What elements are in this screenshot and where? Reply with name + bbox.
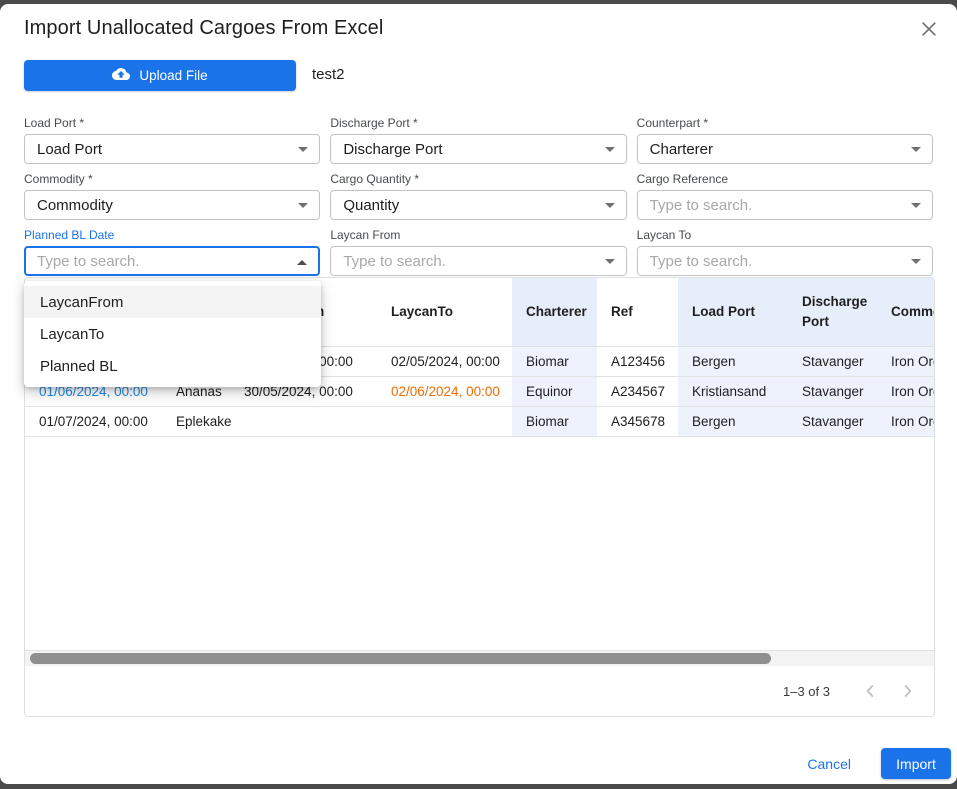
field-load-port: Load Port * Load Port (24, 116, 320, 164)
chevron-down-icon (911, 147, 921, 152)
chevron-down-icon (298, 203, 308, 208)
table-cell: 02/05/2024, 00:00 (377, 346, 512, 376)
field-label: Load Port * (24, 116, 320, 130)
table-cell: Stavanger (788, 406, 877, 436)
column-header-laycanto: LaycanTo (377, 278, 512, 346)
chevron-down-icon (605, 203, 615, 208)
select-placeholder: Type to search. (343, 253, 446, 270)
import-button[interactable]: Import (881, 748, 951, 779)
table-cell: Biomar (512, 406, 597, 436)
column-header-load-port: Load Port (678, 278, 788, 346)
cancel-button[interactable]: Cancel (799, 750, 859, 778)
uploaded-file-name: test2 (312, 66, 345, 83)
field-commodity: Commodity * Commodity (24, 172, 320, 220)
column-header-charterer: Charterer (512, 278, 597, 346)
field-cargo-quantity: Cargo Quantity * Quantity (330, 172, 626, 220)
table-cell (377, 406, 512, 436)
chevron-left-icon (859, 680, 881, 702)
table-cell: A123456 (597, 346, 678, 376)
table-row[interactable]: 01/07/2024, 00:00Eplekake BiomarA345678Be… (25, 406, 934, 436)
field-counterpart: Counterpart * Charterer (637, 116, 933, 164)
chevron-down-icon (911, 259, 921, 264)
upload-file-button[interactable]: Upload File (24, 60, 296, 91)
table-cell: 02/06/2024, 00:00 (377, 376, 512, 406)
field-label: Planned BL Date (24, 228, 320, 242)
field-label: Cargo Quantity * (330, 172, 626, 186)
table-cell: A345678 (597, 406, 678, 436)
table-cell: Bergen (678, 346, 788, 376)
chevron-down-icon (911, 203, 921, 208)
table-cell: Eplekake (162, 406, 230, 436)
select-placeholder: Type to search. (650, 253, 753, 270)
select-placeholder: Type to search. (37, 253, 140, 270)
select-laycan-to[interactable]: Type to search. (637, 246, 933, 276)
select-laycan-from[interactable]: Type to search. (330, 246, 626, 276)
select-value: Load Port (37, 141, 102, 158)
next-page-button[interactable] (896, 679, 920, 703)
table-cell: Iron Ore (877, 406, 934, 436)
field-label: Cargo Reference (637, 172, 933, 186)
select-value: Commodity (37, 197, 113, 214)
table-cell: Bergen (678, 406, 788, 436)
select-value: Discharge Port (343, 141, 442, 158)
table-cell: Iron Ore (877, 346, 934, 376)
chevron-right-icon (897, 680, 919, 702)
field-label: Discharge Port * (330, 116, 626, 130)
field-label: Laycan To (637, 228, 933, 242)
field-label: Laycan From (330, 228, 626, 242)
column-header-commodity: Commodity (877, 278, 934, 346)
select-value: Charterer (650, 141, 713, 158)
previous-page-button[interactable] (858, 679, 882, 703)
select-cargo-reference[interactable]: Type to search. (637, 190, 933, 220)
field-discharge-port: Discharge Port * Discharge Port (330, 116, 626, 164)
dialog-title: Import Unallocated Cargoes From Excel (24, 17, 383, 40)
select-load-port[interactable]: Load Port (24, 134, 320, 164)
select-value: Quantity (343, 197, 399, 214)
pagination-bar: 1–3 of 3 (25, 666, 934, 716)
form-grid: Load Port *Load PortDischarge Port *Disc… (24, 116, 933, 276)
table-cell: 01/07/2024, 00:00 (25, 406, 162, 436)
field-cargo-reference: Cargo Reference Type to search. (637, 172, 933, 220)
table-cell: A234567 (597, 376, 678, 406)
column-header-ref: Ref (597, 278, 678, 346)
select-placeholder: Type to search. (650, 197, 753, 214)
cloud-upload-icon (112, 68, 130, 83)
import-cargoes-dialog: Import Unallocated Cargoes From Excel Up… (0, 4, 957, 784)
dialog-actions: Cancel Import (799, 748, 951, 779)
menu-option-laycanto[interactable]: LaycanTo (24, 318, 321, 350)
column-header-discharge-port: Discharge Port (788, 278, 877, 346)
table-cell (230, 406, 377, 436)
horizontal-scrollbar-track[interactable] (25, 650, 934, 666)
upload-file-label: Upload File (139, 68, 207, 83)
field-planned-bl-date: Planned BL Date Type to search. (24, 228, 320, 276)
table-cell: Iron Ore (877, 376, 934, 406)
table-cell: Equinor (512, 376, 597, 406)
table-cell: Biomar (512, 346, 597, 376)
chevron-up-icon (297, 260, 307, 265)
chevron-down-icon (605, 259, 615, 264)
table-cell: Stavanger (788, 346, 877, 376)
chevron-down-icon (605, 147, 615, 152)
select-counterpart[interactable]: Charterer (637, 134, 933, 164)
select-planned-bl-date[interactable]: Type to search. (24, 246, 320, 276)
close-icon[interactable] (915, 15, 943, 43)
table-cell: Kristiansand (678, 376, 788, 406)
horizontal-scrollbar-thumb[interactable] (30, 653, 771, 664)
select-discharge-port[interactable]: Discharge Port (330, 134, 626, 164)
pagination-range-label: 1–3 of 3 (783, 684, 830, 699)
select-cargo-quantity[interactable]: Quantity (330, 190, 626, 220)
field-laycan-to: Laycan To Type to search. (637, 228, 933, 276)
menu-option-planned-bl[interactable]: Planned BL (24, 350, 321, 382)
field-label: Counterpart * (637, 116, 933, 130)
table-cell: Stavanger (788, 376, 877, 406)
chevron-down-icon (298, 147, 308, 152)
field-label: Commodity * (24, 172, 320, 186)
select-commodity[interactable]: Commodity (24, 190, 320, 220)
field-laycan-from: Laycan From Type to search. (330, 228, 626, 276)
planned-bl-date-dropdown-menu: LaycanFromLaycanToPlanned BL (24, 281, 321, 387)
menu-option-laycanfrom[interactable]: LaycanFrom (24, 286, 321, 318)
